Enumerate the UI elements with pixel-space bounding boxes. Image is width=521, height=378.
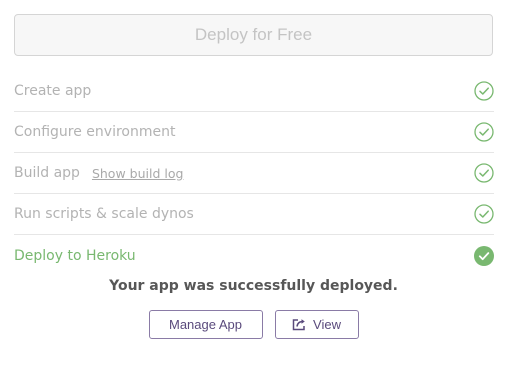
external-link-icon — [292, 319, 305, 331]
check-circle-outline-icon — [474, 81, 494, 101]
step-run-scripts: Run scripts & scale dynos — [14, 194, 494, 235]
view-app-button[interactable]: View — [274, 310, 359, 339]
step-build-app: Build app Show build log — [14, 153, 494, 194]
step-label: Deploy to Heroku — [14, 247, 136, 264]
show-build-log-link[interactable]: Show build log — [92, 166, 183, 181]
step-label: Run scripts & scale dynos — [14, 206, 194, 222]
check-circle-outline-icon — [474, 204, 494, 224]
deploy-success-message: Your app was successfully deployed. — [109, 278, 398, 294]
step-label: Build app — [14, 165, 80, 181]
view-label: View — [313, 317, 341, 332]
step-label: Create app — [14, 83, 92, 99]
check-circle-outline-icon — [474, 122, 494, 142]
post-deploy-actions: Manage App View — [0, 310, 507, 339]
deploy-for-free-button[interactable]: Deploy for Free — [14, 14, 493, 56]
manage-app-button[interactable]: Manage App — [148, 310, 263, 339]
check-circle-filled-icon — [474, 245, 494, 266]
step-label: Configure environment — [14, 124, 176, 140]
step-configure-environment: Configure environment — [14, 112, 494, 153]
manage-app-label: Manage App — [168, 317, 242, 332]
deploy-steps-list: Create app Configure environment Build a… — [14, 71, 494, 276]
step-deploy-to-heroku: Deploy to Heroku — [14, 235, 494, 276]
check-circle-outline-icon — [474, 163, 494, 183]
step-create-app: Create app — [14, 71, 494, 112]
